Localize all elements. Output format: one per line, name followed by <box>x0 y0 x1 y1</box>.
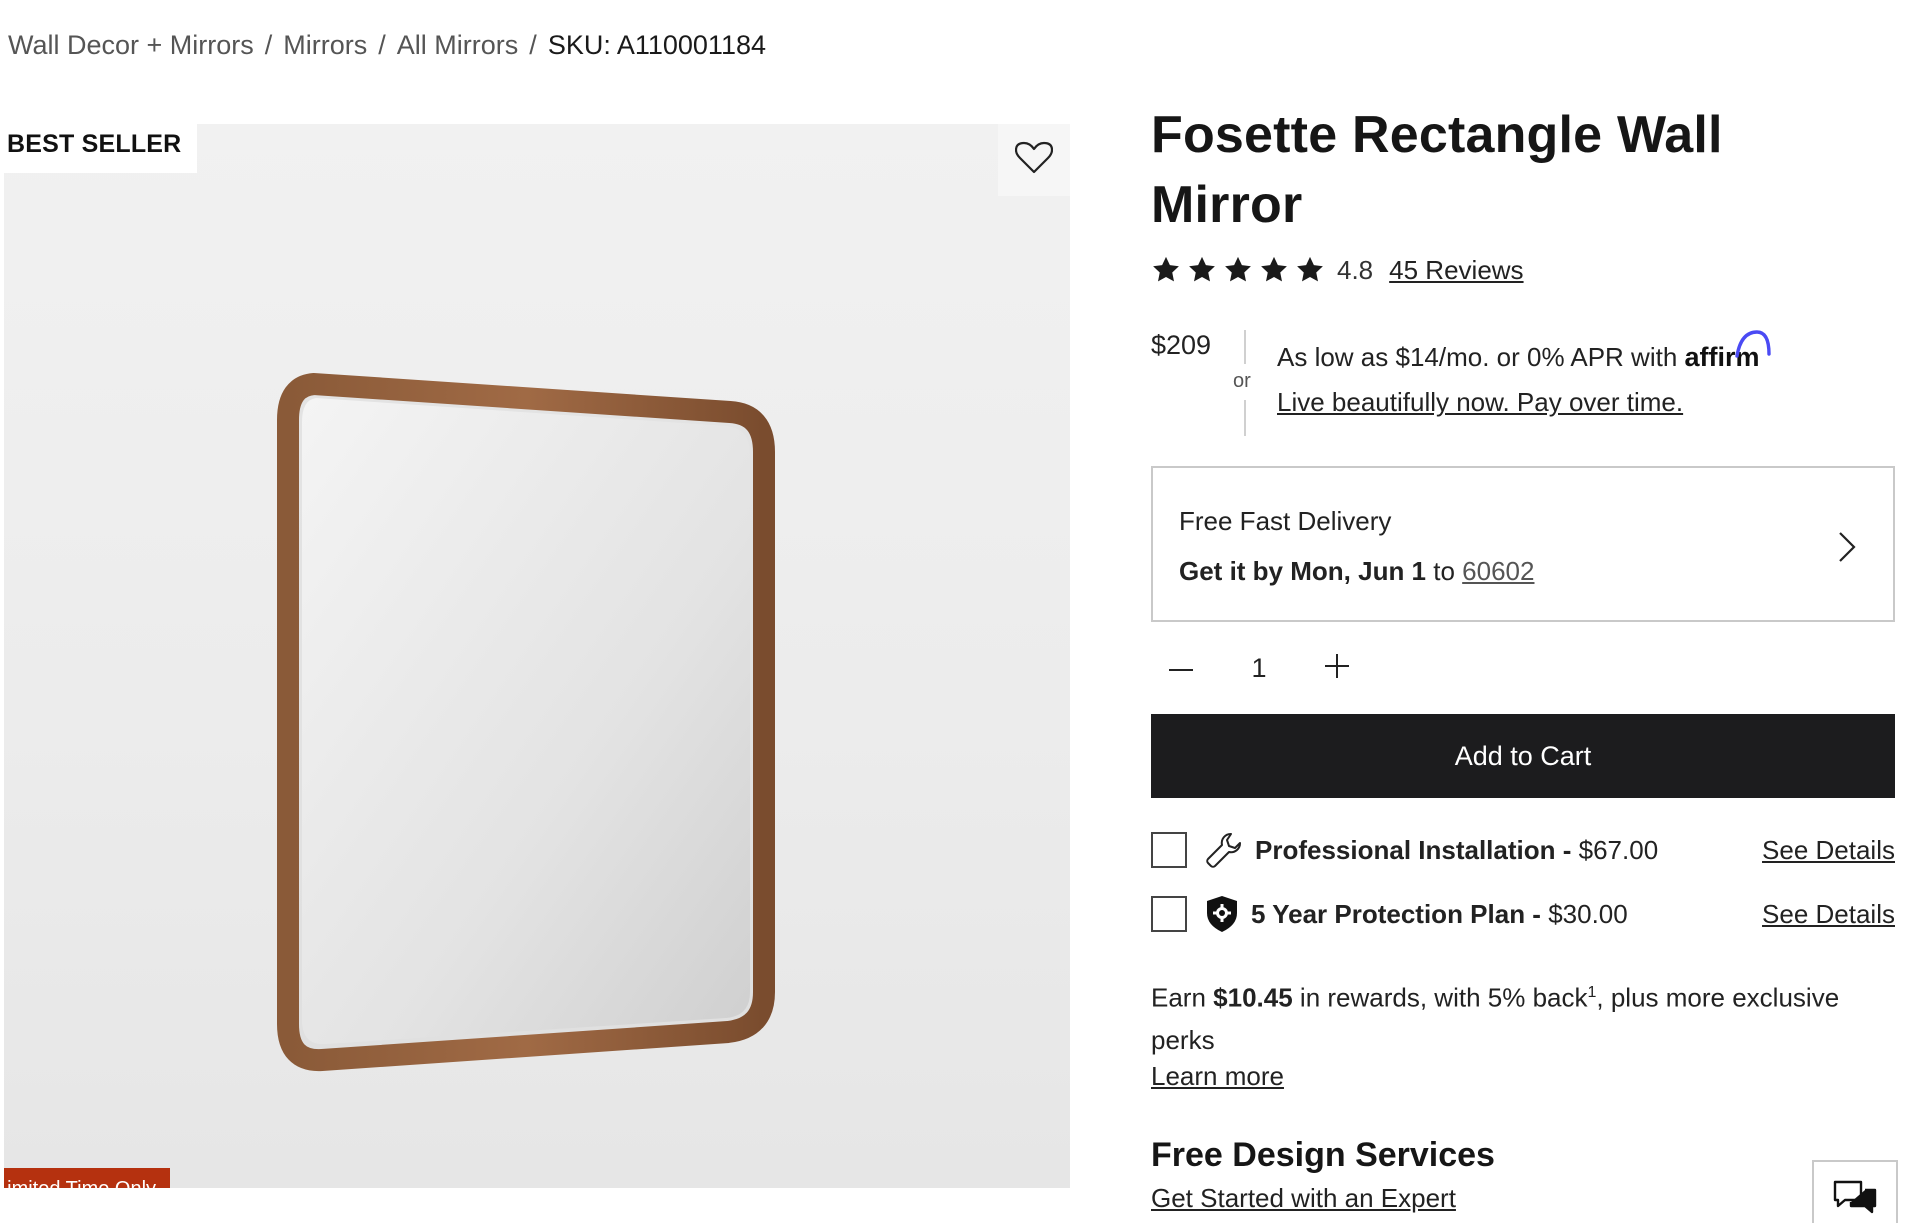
delivery-panel[interactable]: Free Fast Delivery Get it by Mon, Jun 1 … <box>1151 466 1895 622</box>
installation-price: $67.00 <box>1578 834 1659 865</box>
price-financing: $209 or As low as $14/mo. or 0% APR with… <box>1151 330 1895 440</box>
rewards-middle: in rewards, with 5% back <box>1299 982 1588 1013</box>
star-icon <box>1225 256 1251 282</box>
mirror-image <box>264 252 804 1087</box>
delivery-to-label: to <box>1433 556 1455 586</box>
decrease-quantity-button[interactable] <box>1151 638 1211 698</box>
breadcrumb-link-all-mirrors[interactable]: All Mirrors <box>397 30 519 61</box>
protection-plan-see-details-link[interactable]: See Details <box>1762 899 1895 930</box>
delivery-date: Get it by Mon, Jun 1 to 60602 <box>1179 556 1534 587</box>
star-icon <box>1153 256 1179 282</box>
quantity-value[interactable]: 1 <box>1211 653 1307 684</box>
divider <box>1244 400 1246 436</box>
financing-copy: As low as $14/mo. or 0% APR with <box>1277 342 1678 372</box>
product-image-gallery[interactable]: BEST SELLER Limited Time Only <box>4 124 1070 1188</box>
affirm-promo-link[interactable]: Live beautifully now. Pay over time. <box>1277 387 1683 418</box>
installation-checkbox[interactable] <box>1151 832 1187 868</box>
heart-outline-icon <box>1014 141 1054 180</box>
product-title: Fosette Rectangle Wall Mirror <box>1151 106 1723 234</box>
increase-quantity-button[interactable] <box>1307 638 1367 698</box>
chat-bubbles-icon <box>1832 1178 1878 1223</box>
quantity-stepper: 1 <box>1151 626 1895 710</box>
learn-more-link[interactable]: Learn more <box>1151 1061 1284 1092</box>
protection-plan-checkbox[interactable] <box>1151 896 1187 932</box>
chevron-right-icon <box>1837 530 1857 569</box>
star-icon <box>1189 256 1215 282</box>
add-to-cart-button[interactable]: Add to Cart <box>1151 714 1895 798</box>
zip-code-link[interactable]: 60602 <box>1462 556 1534 586</box>
breadcrumb-separator: / <box>529 30 537 60</box>
breadcrumb-separator: / <box>378 30 386 60</box>
product-rating: 4.8 45 Reviews <box>1151 250 1895 290</box>
divider <box>1244 330 1246 364</box>
minus-icon <box>1169 659 1193 677</box>
product-price: $209 <box>1151 330 1212 360</box>
breadcrumb-sku: SKU: A110001184 <box>547 30 766 60</box>
star-icon <box>1261 256 1287 282</box>
wrench-icon <box>1205 831 1243 869</box>
rating-value: 4.8 <box>1337 254 1374 285</box>
or-label: or <box>1233 370 1251 392</box>
shield-icon <box>1205 895 1239 933</box>
rewards-text: Earn $10.45 in rewards, with 5% back1, p… <box>1151 972 1895 1061</box>
plus-icon <box>1325 653 1349 683</box>
rating-stars <box>1151 255 1325 285</box>
installation-see-details-link[interactable]: See Details <box>1762 835 1895 866</box>
addon-protection-plan: 5 Year Protection Plan - $30.00 See Deta… <box>1151 882 1895 946</box>
installation-label: Professional Installation - $67.00 <box>1255 835 1658 866</box>
chat-button[interactable] <box>1812 1160 1898 1223</box>
addon-installation: Professional Installation - $67.00 See D… <box>1151 818 1895 882</box>
breadcrumb-link-wall-decor-mirrors[interactable]: Wall Decor + Mirrors <box>8 30 254 61</box>
affirm-arc-icon <box>1734 330 1771 358</box>
affirm-logo: affirm <box>1685 330 1771 372</box>
reviews-link[interactable]: 45 Reviews <box>1389 255 1523 286</box>
favorite-button[interactable] <box>998 124 1070 196</box>
product-info: Fosette Rectangle Wall Mirror 4.8 45 Rev… <box>1151 100 1895 1214</box>
breadcrumb-separator: / <box>264 30 273 60</box>
rewards-prefix: Earn <box>1151 982 1206 1013</box>
financing-text: As low as $14/mo. or 0% APR with affirm <box>1277 330 1771 373</box>
limited-time-badge: Limited Time Only <box>4 1168 171 1188</box>
installation-label-bold: Professional Installation - <box>1255 834 1572 865</box>
protection-plan-label-bold: 5 Year Protection Plan - <box>1251 898 1541 929</box>
design-services-title: Free Design Services <box>1151 1135 1495 1174</box>
rewards-amount: $10.45 <box>1213 982 1293 1013</box>
protection-plan-label: 5 Year Protection Plan - $30.00 <box>1251 899 1628 930</box>
delivery-heading: Free Fast Delivery <box>1179 506 1392 536</box>
star-icon <box>1297 256 1323 282</box>
protection-plan-price: $30.00 <box>1548 898 1628 929</box>
design-services-link[interactable]: Get Started with an Expert <box>1151 1183 1456 1214</box>
delivery-date-bold: Get it by Mon, Jun 1 <box>1179 556 1427 586</box>
breadcrumb-link-mirrors[interactable]: Mirrors <box>283 30 367 61</box>
limited-time-label: Limited Time Only <box>4 1178 156 1188</box>
best-seller-badge: BEST SELLER <box>4 124 198 173</box>
breadcrumb: Wall Decor + Mirrors / Mirrors / All Mir… <box>8 30 766 61</box>
